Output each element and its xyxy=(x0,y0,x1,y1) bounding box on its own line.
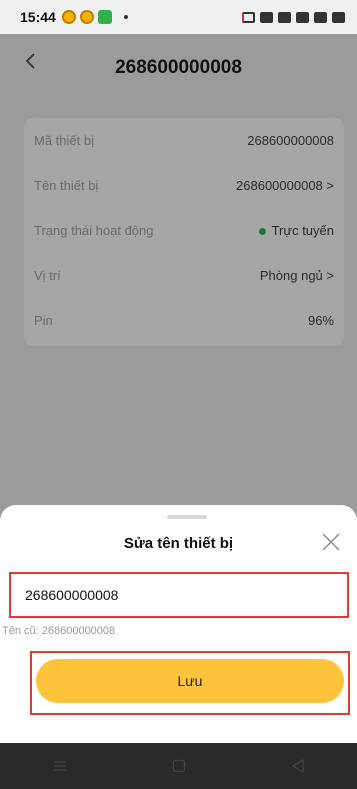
menu-icon[interactable] xyxy=(53,760,67,772)
status-value: Trực tuyến xyxy=(258,223,334,238)
old-name-hint: Tên cũ: 268600000008 xyxy=(2,625,116,637)
row-value: 268600000008 xyxy=(247,133,334,148)
row-device-name[interactable]: Tên thiết bị 268600000008 > xyxy=(34,163,334,208)
close-icon[interactable] xyxy=(321,532,341,552)
row-label: Vị trí xyxy=(34,268,61,283)
shield-icon xyxy=(97,10,112,24)
sheet-title: Sửa tên thiết bị xyxy=(123,535,234,552)
vibrate-icon xyxy=(260,11,273,23)
wifi-icon xyxy=(296,11,309,23)
page-title: 268600000008 xyxy=(115,57,242,78)
drag-handle[interactable] xyxy=(167,515,207,519)
status-bar: 15:44 xyxy=(0,0,357,34)
rename-bottom-sheet: Sửa tên thiết bị 268600000008 Tên cũ: 26… xyxy=(0,505,357,743)
notification-app-icon xyxy=(61,10,76,24)
status-text: Trực tuyến xyxy=(271,223,334,238)
battery-icon xyxy=(332,11,345,23)
notification-app-icon xyxy=(79,10,94,24)
online-status-icon xyxy=(258,228,266,236)
app-header: 268600000008 xyxy=(0,34,357,102)
row-label: Tên thiết bị xyxy=(34,178,99,193)
row-location[interactable]: Vị trí Phòng ngủ > xyxy=(34,253,334,298)
row-battery: Pin 96% xyxy=(34,298,334,343)
system-nav-bar xyxy=(0,743,357,789)
bluetooth-icon xyxy=(278,11,291,23)
row-label: Mã thiết bị xyxy=(34,133,94,148)
save-button[interactable]: Lưu xyxy=(36,659,344,703)
notification-icons xyxy=(61,10,128,24)
row-value: 268600000008 > xyxy=(236,178,334,193)
row-device-code: Mã thiết bị 268600000008 xyxy=(34,118,334,163)
row-status: Trạng thái hoạt động Trực tuyến xyxy=(34,208,334,253)
system-icons xyxy=(242,11,345,23)
row-value: Phòng ngủ > xyxy=(259,268,334,283)
home-square-icon[interactable] xyxy=(172,759,186,773)
sim-icon xyxy=(314,11,327,23)
chevron-left-icon[interactable] xyxy=(24,52,38,70)
cast-icon xyxy=(242,11,255,23)
row-value: 96% xyxy=(307,313,334,328)
row-label: Pin xyxy=(34,313,53,328)
status-time: 15:44 xyxy=(20,9,56,25)
save-button-highlight: Lưu xyxy=(30,651,350,715)
back-triangle-icon[interactable] xyxy=(292,759,304,773)
device-info-card: Mã thiết bị 268600000008 Tên thiết bị 26… xyxy=(24,118,344,346)
row-label: Trạng thái hoạt động xyxy=(34,223,154,238)
device-name-input[interactable]: 268600000008 xyxy=(9,572,349,618)
more-notifications-icon xyxy=(123,15,128,19)
